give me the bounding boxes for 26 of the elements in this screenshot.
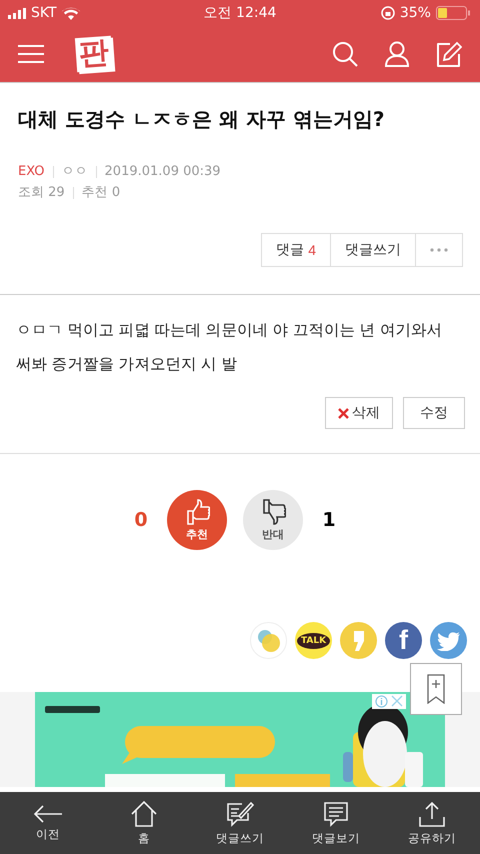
clock-time: 오전 12:44: [204, 4, 276, 22]
tab-bar-item[interactable]: 댓글쓰기: [192, 792, 288, 854]
downvote-count: 1: [321, 509, 337, 531]
tab-bar-item[interactable]: 댓글보기: [288, 792, 384, 854]
logo[interactable]: 판: [74, 36, 114, 72]
edit-button[interactable]: 수정: [403, 397, 465, 429]
tab-bar-item[interactable]: 이전: [0, 792, 96, 854]
post-title: 대체 도경수 ㄴㅈㅎ은 왜 자꾸 엮는거임?: [18, 106, 386, 133]
tab-bar-item[interactable]: 공유하기: [384, 792, 480, 854]
write-comment-button[interactable]: 댓글쓰기: [330, 233, 416, 267]
carrier-name: SKT: [31, 5, 57, 21]
delete-button[interactable]: 삭제: [325, 397, 393, 429]
battery-percent: 35%: [400, 5, 431, 21]
post-date: 2019.01.09 00:39: [104, 163, 221, 181]
recommend-count: 추천 0: [82, 184, 120, 202]
tab-bar-item[interactable]: 홈: [96, 792, 192, 854]
upvote-count: 0: [133, 509, 149, 531]
view-count: 조회 29: [18, 184, 65, 202]
comments-button[interactable]: 댓글 4: [261, 233, 331, 267]
talk-icon[interactable]: TALK: [295, 622, 332, 659]
author-name: ㅇㅇ: [62, 163, 88, 181]
downvote-button[interactable]: 반대: [243, 490, 303, 550]
upvote-button[interactable]: 추천: [167, 490, 227, 550]
letter-f-icon[interactable]: f: [385, 622, 422, 659]
post-body: ㅇㅁㄱ 먹이고 피뎗 따는데 의문이네 야 끄적이는 년 여기와서 써봐 증거짤을 가져오던지 시 발: [16, 320, 444, 375]
category-link[interactable]: EXO: [18, 161, 45, 182]
